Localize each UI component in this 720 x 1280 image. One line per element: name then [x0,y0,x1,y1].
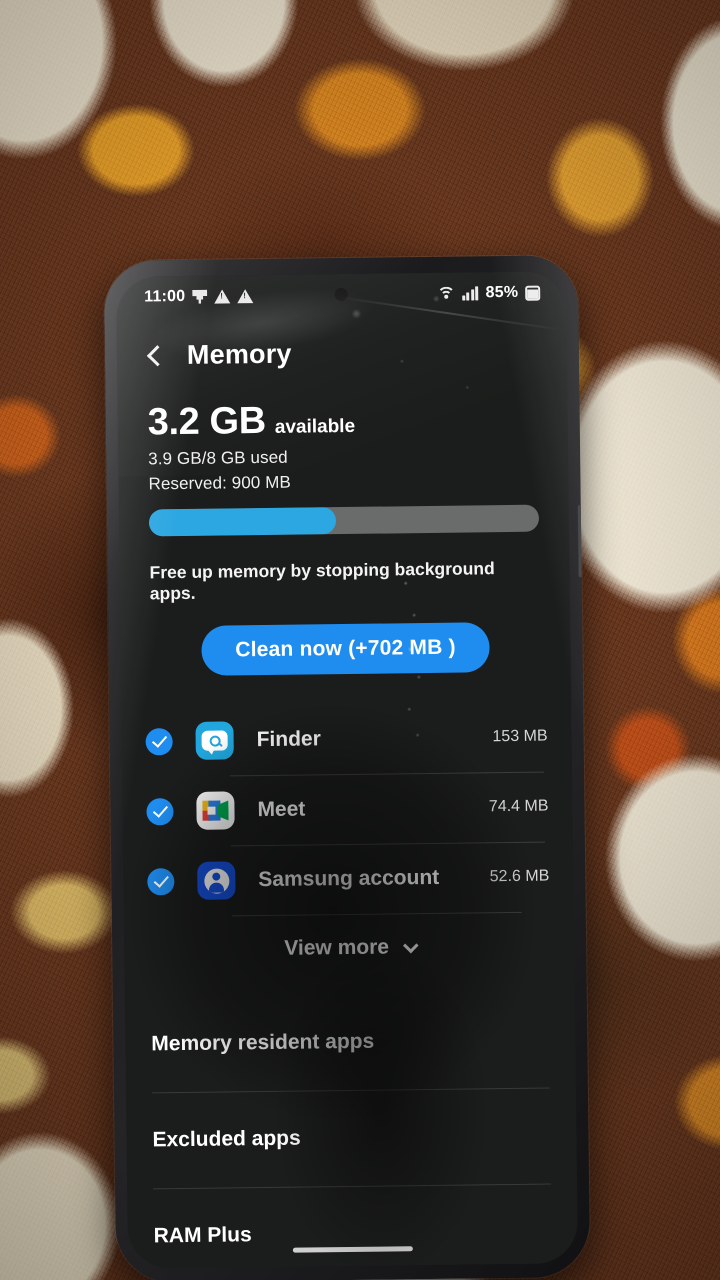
meet-app-icon [196,791,235,830]
status-bar-clock: 11:00 [144,287,186,306]
setting-row-excluded-apps[interactable]: Excluded apps [126,1087,577,1188]
warning-triangle-icon [214,289,231,304]
free-up-hint-text: Free up memory by stopping background ap… [149,558,495,604]
app-size-samsung-account: 52.6 MB [489,867,550,886]
running-apps-list: Finder 153 MB Meet 74.4 MB Samsung accou… [121,701,574,968]
checkbox-meet[interactable] [146,797,174,825]
phone-screen: 11:00 85% [115,271,579,1269]
reserved-memory-text: Reserved: 900 MB [148,472,291,494]
view-more-button[interactable]: View more [148,912,551,969]
page-title: Memory [186,338,292,370]
memory-settings-page: 11:00 85% [116,271,578,1268]
app-name-meet: Meet [257,797,306,822]
chevron-down-icon [402,937,419,953]
available-memory-value: 3.2 GB [147,399,266,444]
app-size-finder: 153 MB [492,727,548,746]
status-bar-right: 85% [436,283,541,305]
samsung-account-app-icon [197,861,236,900]
photo-scene: 11:00 85% [0,0,720,1280]
clean-now-row: Clean now (+702 MB ) [150,622,541,677]
memory-summary: 3.2 GB available 3.9 GB/8 GB used Reserv… [117,366,571,676]
front-camera-punch-hole [334,287,348,302]
app-name-finder: Finder [256,727,321,752]
finder-app-icon [195,721,234,760]
used-memory-text: 3.9 GB/8 GB used [148,447,288,469]
app-size-meet: 74.4 MB [488,797,549,816]
battery-percent-label: 85% [485,283,519,302]
clean-now-button[interactable]: Clean now (+702 MB ) [201,622,491,676]
setting-row-memory-resident-apps[interactable]: Memory resident apps [125,991,576,1092]
app-name-samsung-account: Samsung account [258,865,440,892]
notification-icon [192,290,207,304]
checkbox-finder[interactable] [145,727,173,755]
signal-bars-icon [462,286,479,301]
memory-progress-fill [148,507,337,537]
app-bar: Memory [116,313,567,371]
warning-triangle-icon-2 [237,289,254,304]
smartphone-device: 11:00 85% [103,255,591,1280]
app-list-item-samsung-account[interactable]: Samsung account 52.6 MB [147,842,550,917]
app-list-item-meet[interactable]: Meet 74.4 MB [146,772,549,847]
back-chevron-icon[interactable] [146,345,169,367]
setting-label-excluded-apps: Excluded apps [152,1126,301,1152]
memory-progress-track [148,504,540,537]
checkbox-samsung-account[interactable] [147,867,175,895]
wifi-icon [436,286,456,305]
setting-label-memory-resident-apps: Memory resident apps [151,1029,375,1056]
view-more-label: View more [284,935,390,960]
battery-icon [525,285,541,301]
setting-label-ram-plus: RAM Plus [153,1223,252,1248]
memory-settings-list: Memory resident apps Excluded apps RAM P… [125,991,578,1268]
app-list-item-finder[interactable]: Finder 153 MB [145,702,548,777]
available-memory-line: 3.2 GB available [147,397,537,445]
available-memory-label: available [274,415,356,438]
status-bar-left: 11:00 [144,287,254,306]
setting-row-ram-plus[interactable]: RAM Plus [127,1183,578,1268]
